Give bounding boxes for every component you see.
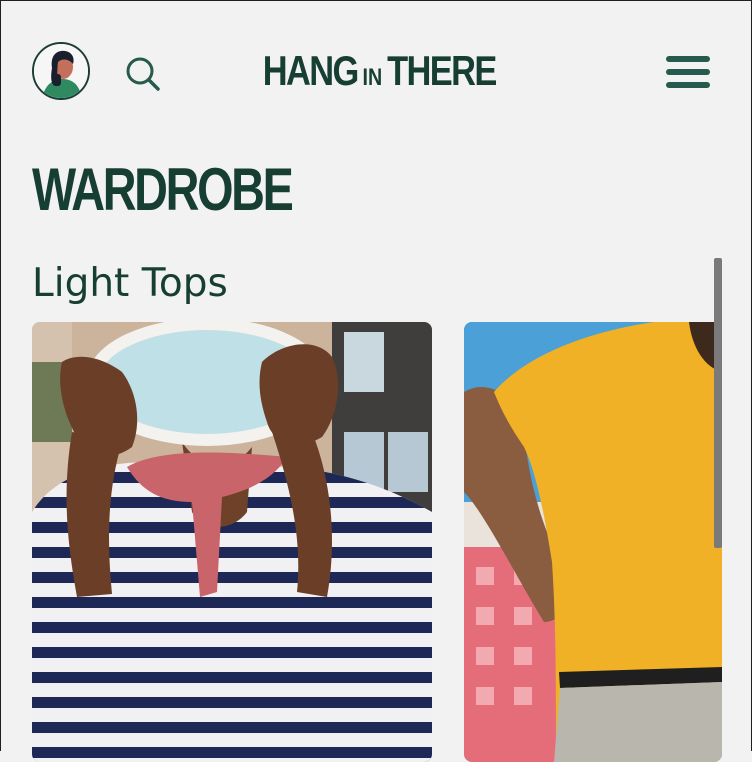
menu-button[interactable] <box>666 56 710 90</box>
menu-icon <box>666 56 710 62</box>
scrollbar[interactable] <box>714 258 722 718</box>
product-card-striped-top[interactable] <box>32 322 432 762</box>
scrollbar-thumb[interactable] <box>714 258 722 548</box>
brand-word-there: THERE <box>387 47 497 94</box>
page-title: WARDROBE <box>32 156 294 223</box>
brand-logo[interactable]: HANG IN THERE <box>71 47 688 102</box>
section-title-light-tops: Light Tops <box>32 261 228 306</box>
product-image-striped-shirt <box>32 322 432 762</box>
menu-icon-bar <box>666 82 710 88</box>
product-card-yellow-tee[interactable] <box>464 322 722 762</box>
menu-icon-bar <box>666 69 710 75</box>
brand-word-hang: HANG <box>262 47 359 94</box>
product-image-yellow-tshirt <box>464 322 722 762</box>
brand-word-in: IN <box>362 64 383 91</box>
